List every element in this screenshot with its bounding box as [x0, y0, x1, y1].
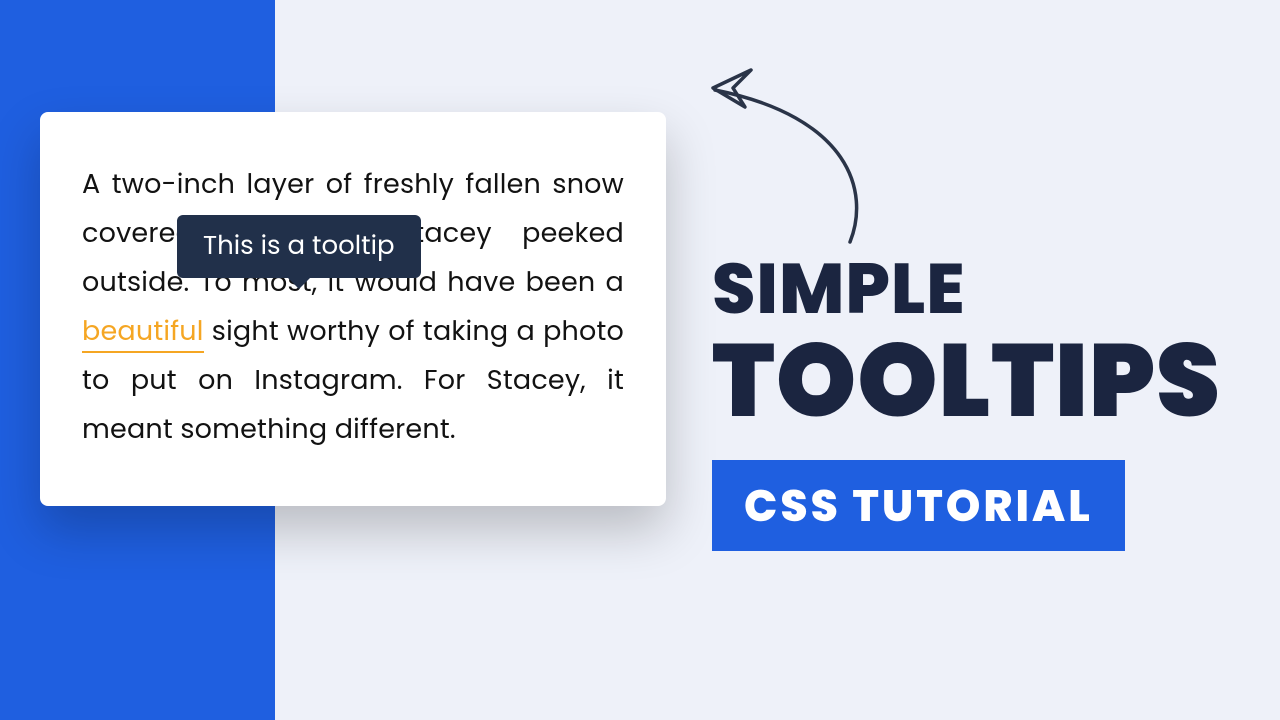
example-paragraph: A two-inch layer of freshly fallen snow … — [82, 160, 624, 454]
badge-css-tutorial: CSS TUTORIAL — [712, 460, 1125, 551]
headline-line-2: TOOLTIPS — [712, 330, 1272, 432]
tooltip-bubble: This is a tooltip — [177, 215, 421, 278]
example-card: A two-inch layer of freshly fallen snow … — [40, 112, 666, 506]
highlighted-word[interactable]: beautiful — [82, 313, 204, 353]
tooltip-text: This is a tooltip — [203, 228, 395, 264]
curved-arrow-icon — [655, 52, 915, 252]
headline: SIMPLE TOOLTIPS CSS TUTORIAL — [712, 254, 1272, 551]
